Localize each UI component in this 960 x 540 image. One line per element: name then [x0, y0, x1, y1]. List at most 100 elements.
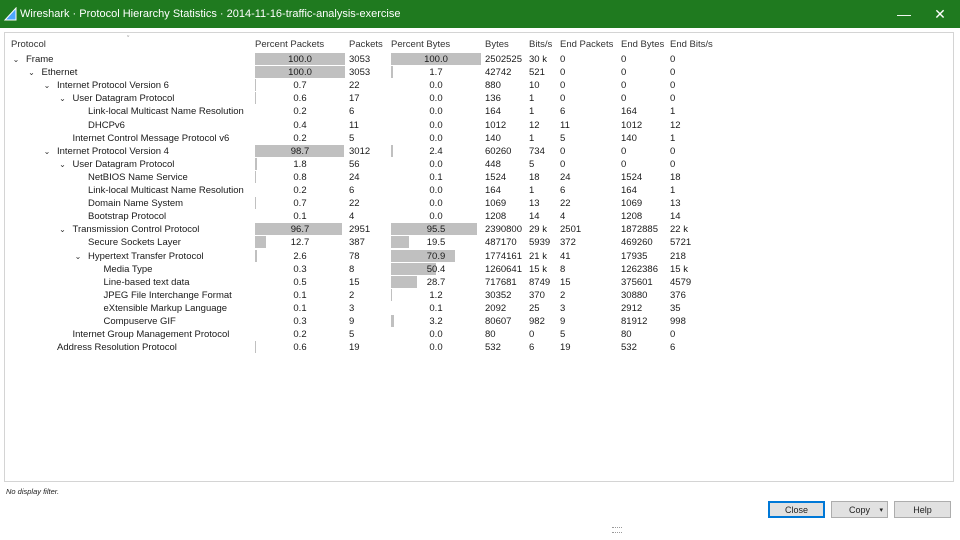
protocol-name: Line-based text data [103, 276, 190, 288]
close-button[interactable]: Close [768, 501, 825, 518]
protocol-name: Link-local Multicast Name Resolution [88, 106, 244, 118]
percent-bytes-value: 0.1 [429, 171, 443, 183]
bytes-value: 880 [485, 80, 501, 92]
column-header-end-packets[interactable]: End Packets [560, 38, 613, 51]
tree-row[interactable]: Address Resolution Protocol 0.6 0.0 19 532 6 1… [5, 341, 945, 354]
percent-packets-value: 12.7 [290, 237, 310, 249]
help-button[interactable]: Help [894, 501, 951, 518]
bits-per-sec-value: 8749 [529, 276, 551, 288]
tree-row[interactable]: DHCPv6 0.4 0.0 11 1012 12 11 1012 12 [5, 119, 945, 132]
end-bytes-value: 80 [621, 329, 632, 341]
chevron-down-icon[interactable]: ⌄ [42, 145, 52, 158]
percent-bytes-value: 2.4 [429, 145, 443, 157]
tree-row[interactable]: Link-local Multicast Name Resolution 0.2 0… [5, 184, 945, 197]
tree-row[interactable]: ⌄ User Datagram Protocol 0.6 0.0 17 136 1 0 0 0 [5, 92, 945, 105]
packets-value: 3053 [349, 67, 371, 79]
end-bytes-value: 164 [621, 185, 637, 196]
end-bits-per-sec-value: 18 [670, 171, 681, 183]
tree-row[interactable]: ⌄ User Datagram Protocol 1.8 0.0 56 448 5 0 0 0 [5, 157, 945, 171]
end-packets-value: 8 [560, 263, 566, 275]
protocol-name: User Datagram Protocol [72, 93, 175, 105]
tree-row[interactable]: Media Type 0.3 50.4 8 1260641 15 k 8 1262386 15 … [5, 262, 945, 276]
end-packets-value: 11 [560, 119, 570, 131]
percent-packets-value: 100.0 [288, 54, 312, 65]
chevron-down-icon[interactable]: ⌄ [27, 66, 37, 79]
percent-bytes-value: 28.7 [426, 276, 446, 288]
tree-row[interactable]: ⌄ Internet Protocol Version 6 0.7 0.0 22 880 1… [5, 79, 945, 92]
bits-per-sec-value: 370 [529, 289, 545, 301]
protocol-name: Bootstrap Protocol [88, 211, 167, 223]
bytes-value: 80 [485, 329, 496, 341]
bits-per-sec-value: 521 [529, 67, 545, 79]
column-header-end-bits-per-sec[interactable]: End Bits/s [670, 38, 713, 51]
column-header-protocol[interactable]: Protocol [11, 38, 46, 51]
end-packets-value: 0 [560, 145, 566, 157]
tree-row[interactable]: Domain Name System 0.7 0.0 22 1069 13 22 1069 13 [5, 197, 945, 210]
percent-bytes-value: 50.4 [426, 263, 446, 275]
close-window-button[interactable]: ✕ [922, 2, 958, 26]
percent-bytes-value: 1.2 [429, 289, 443, 301]
tree-row[interactable]: Internet Group Management Protocol 0.2 0.0… [5, 328, 945, 341]
tree-row[interactable]: ⌄ Transmission Control Protocol 96.7 95.5 29… [5, 223, 945, 236]
end-bits-per-sec-value: 1 [670, 132, 676, 144]
column-header-end-bytes[interactable]: End Bytes [621, 38, 664, 51]
bits-per-sec-value: 6 [529, 342, 535, 354]
tree-row[interactable]: ⌄ Internet Protocol Version 4 98.7 2.4 3012 6… [5, 144, 945, 158]
bytes-value: 2502525 [485, 54, 522, 65]
percent-packets-value: 2.6 [293, 250, 307, 262]
bytes-value: 1208 [485, 211, 507, 223]
end-bits-per-sec-value: 0 [670, 158, 676, 170]
end-packets-value: 41 [560, 250, 571, 262]
chevron-down-icon[interactable]: ⌄ [58, 92, 68, 105]
minimize-button[interactable]: — [886, 2, 922, 26]
tree-row[interactable]: Secure Sockets Layer 12.7 19.5 387 487170 593… [5, 236, 945, 249]
bytes-value: 2390800 [485, 224, 522, 236]
bytes-value: 30352 [485, 289, 512, 301]
column-header-percent-bytes[interactable]: Percent Bytes [391, 38, 450, 51]
packets-value: 8 [349, 263, 355, 275]
title-bar: Wireshark · Protocol Hierarchy Statistic… [0, 0, 960, 28]
chevron-down-icon[interactable]: ⌄ [58, 223, 68, 236]
percent-packets-value: 0.3 [293, 263, 307, 275]
tree-row[interactable]: Link-local Multicast Name Resolution 0.2 0… [5, 105, 945, 118]
packets-value: 9 [349, 316, 355, 327]
chevron-down-icon[interactable]: ⌄ [11, 53, 21, 66]
tree-row[interactable]: ⌄ Frame 100.0 100.0 3053 2502525 30 k 0 0 0 [5, 53, 945, 66]
packets-value: 6 [349, 185, 355, 196]
percent-bytes-value: 95.5 [426, 224, 446, 236]
protocol-name: Internet Group Management Protocol [72, 329, 230, 341]
protocol-name: Internet Control Message Protocol v6 [72, 132, 230, 144]
end-bytes-value: 1872885 [621, 224, 658, 236]
end-bytes-value: 1069 [621, 198, 643, 210]
tree-row[interactable]: Line-based text data 0.5 28.7 15 717681 8749 1… [5, 275, 945, 289]
percent-packets-value: 0.1 [293, 211, 307, 223]
chevron-down-icon[interactable]: ⌄ [58, 158, 68, 171]
tree-row[interactable]: eXtensible Markup Language 0.1 0.1 3 2092 25 3… [5, 302, 945, 315]
bytes-value: 1069 [485, 198, 507, 210]
resize-grip[interactable] [612, 527, 622, 533]
column-header-bits-per-sec[interactable]: Bits/s [529, 38, 552, 51]
percent-packets-value: 0.2 [293, 329, 307, 341]
tree-row[interactable]: ⌄ Ethernet 100.0 1.7 3053 42742 521 0 0 0 [5, 66, 945, 79]
protocol-name: Compuserve GIF [103, 316, 176, 327]
copy-button[interactable]: Copy ▾ [831, 501, 888, 518]
tree-row[interactable]: Internet Control Message Protocol v6 0.2 0… [5, 132, 945, 145]
column-header-packets[interactable]: Packets [349, 38, 383, 51]
tree-row[interactable]: ⌄ Hypertext Transfer Protocol 2.6 70.9 78 177… [5, 249, 945, 263]
percent-bytes-value: 0.0 [429, 106, 443, 118]
column-header-percent-packets[interactable]: Percent Packets [255, 38, 324, 51]
protocol-hierarchy-tree[interactable]: Protocol ˇ Percent Packets Packets Perce… [4, 32, 954, 482]
bits-per-sec-value: 30 k [529, 54, 547, 65]
dropdown-arrow-icon: ▾ [879, 507, 883, 514]
bits-per-sec-value: 29 k [529, 224, 547, 236]
tree-row[interactable]: Bootstrap Protocol 0.1 0.0 4 1208 14 4 1208 14 [5, 210, 945, 223]
bytes-value: 1774161 [485, 250, 522, 262]
chevron-down-icon[interactable]: ⌄ [42, 79, 52, 92]
column-header-bytes[interactable]: Bytes [485, 38, 509, 51]
tree-row[interactable]: Compuserve GIF 0.3 3.2 9 80607 982 9 81912 998 [5, 315, 945, 328]
percent-bytes-value: 19.5 [426, 237, 446, 249]
percent-bytes-value: 0.0 [429, 158, 443, 170]
tree-row[interactable]: NetBIOS Name Service 0.8 0.1 24 1524 18 24 1524… [5, 170, 945, 184]
chevron-down-icon[interactable]: ⌄ [73, 250, 83, 263]
tree-row[interactable]: JPEG File Interchange Format 0.1 1.2 2 30352… [5, 288, 945, 302]
